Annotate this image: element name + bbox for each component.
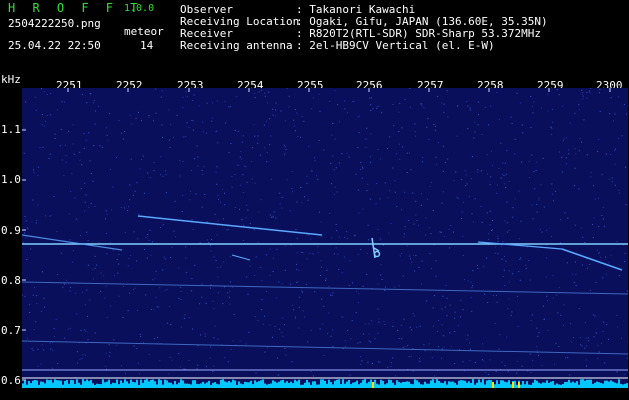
freq-tick: 0.6 [1, 374, 21, 387]
meteor-count: 14 [140, 39, 154, 52]
antenna-value: : 2el-HB9CV Vertical (el. E-W) [296, 39, 495, 52]
meteor-label: meteor [124, 25, 164, 38]
freq-unit-label: kHz [1, 73, 21, 86]
app-version: 1.0.0 [124, 3, 155, 14]
freq-tick: 0.8 [1, 274, 21, 287]
spectrogram [22, 88, 628, 388]
app-title: H R O F F T [8, 1, 143, 15]
freq-tick: 0.7 [1, 324, 21, 337]
filename: 2504222250.png [8, 17, 101, 30]
freq-tick: 1.0 [1, 173, 21, 186]
antenna-label: Receiving antenna [180, 39, 293, 52]
datetime: 25.04.22 22:50 [8, 39, 101, 52]
freq-tick: 0.9 [1, 224, 21, 237]
freq-tick: 1.1 [1, 123, 21, 136]
